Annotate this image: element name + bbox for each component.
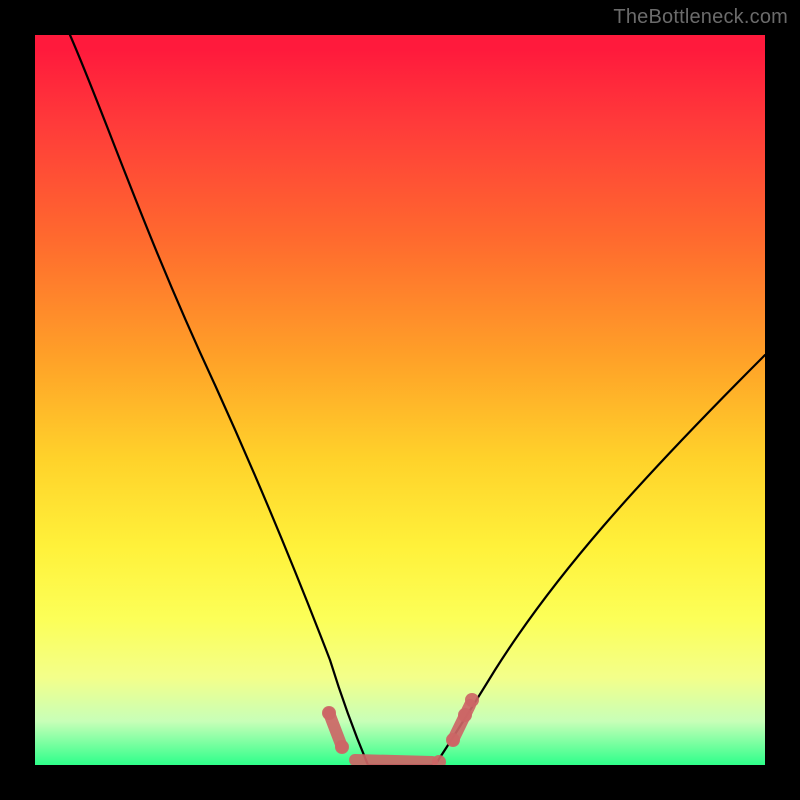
marker-dot: [458, 708, 472, 722]
curve-right-branch: [435, 355, 765, 765]
watermark-text: TheBottleneck.com: [613, 6, 788, 29]
curve-left-branch: [70, 35, 368, 765]
marker-segment-floor: [355, 760, 432, 762]
marker-dot: [335, 740, 349, 754]
plot-area: [35, 35, 765, 765]
chart-frame: TheBottleneck.com: [0, 0, 800, 800]
marker-dot: [322, 706, 336, 720]
curve-layer: [35, 35, 765, 765]
marker-dot: [465, 693, 479, 707]
marker-dot: [446, 733, 460, 747]
